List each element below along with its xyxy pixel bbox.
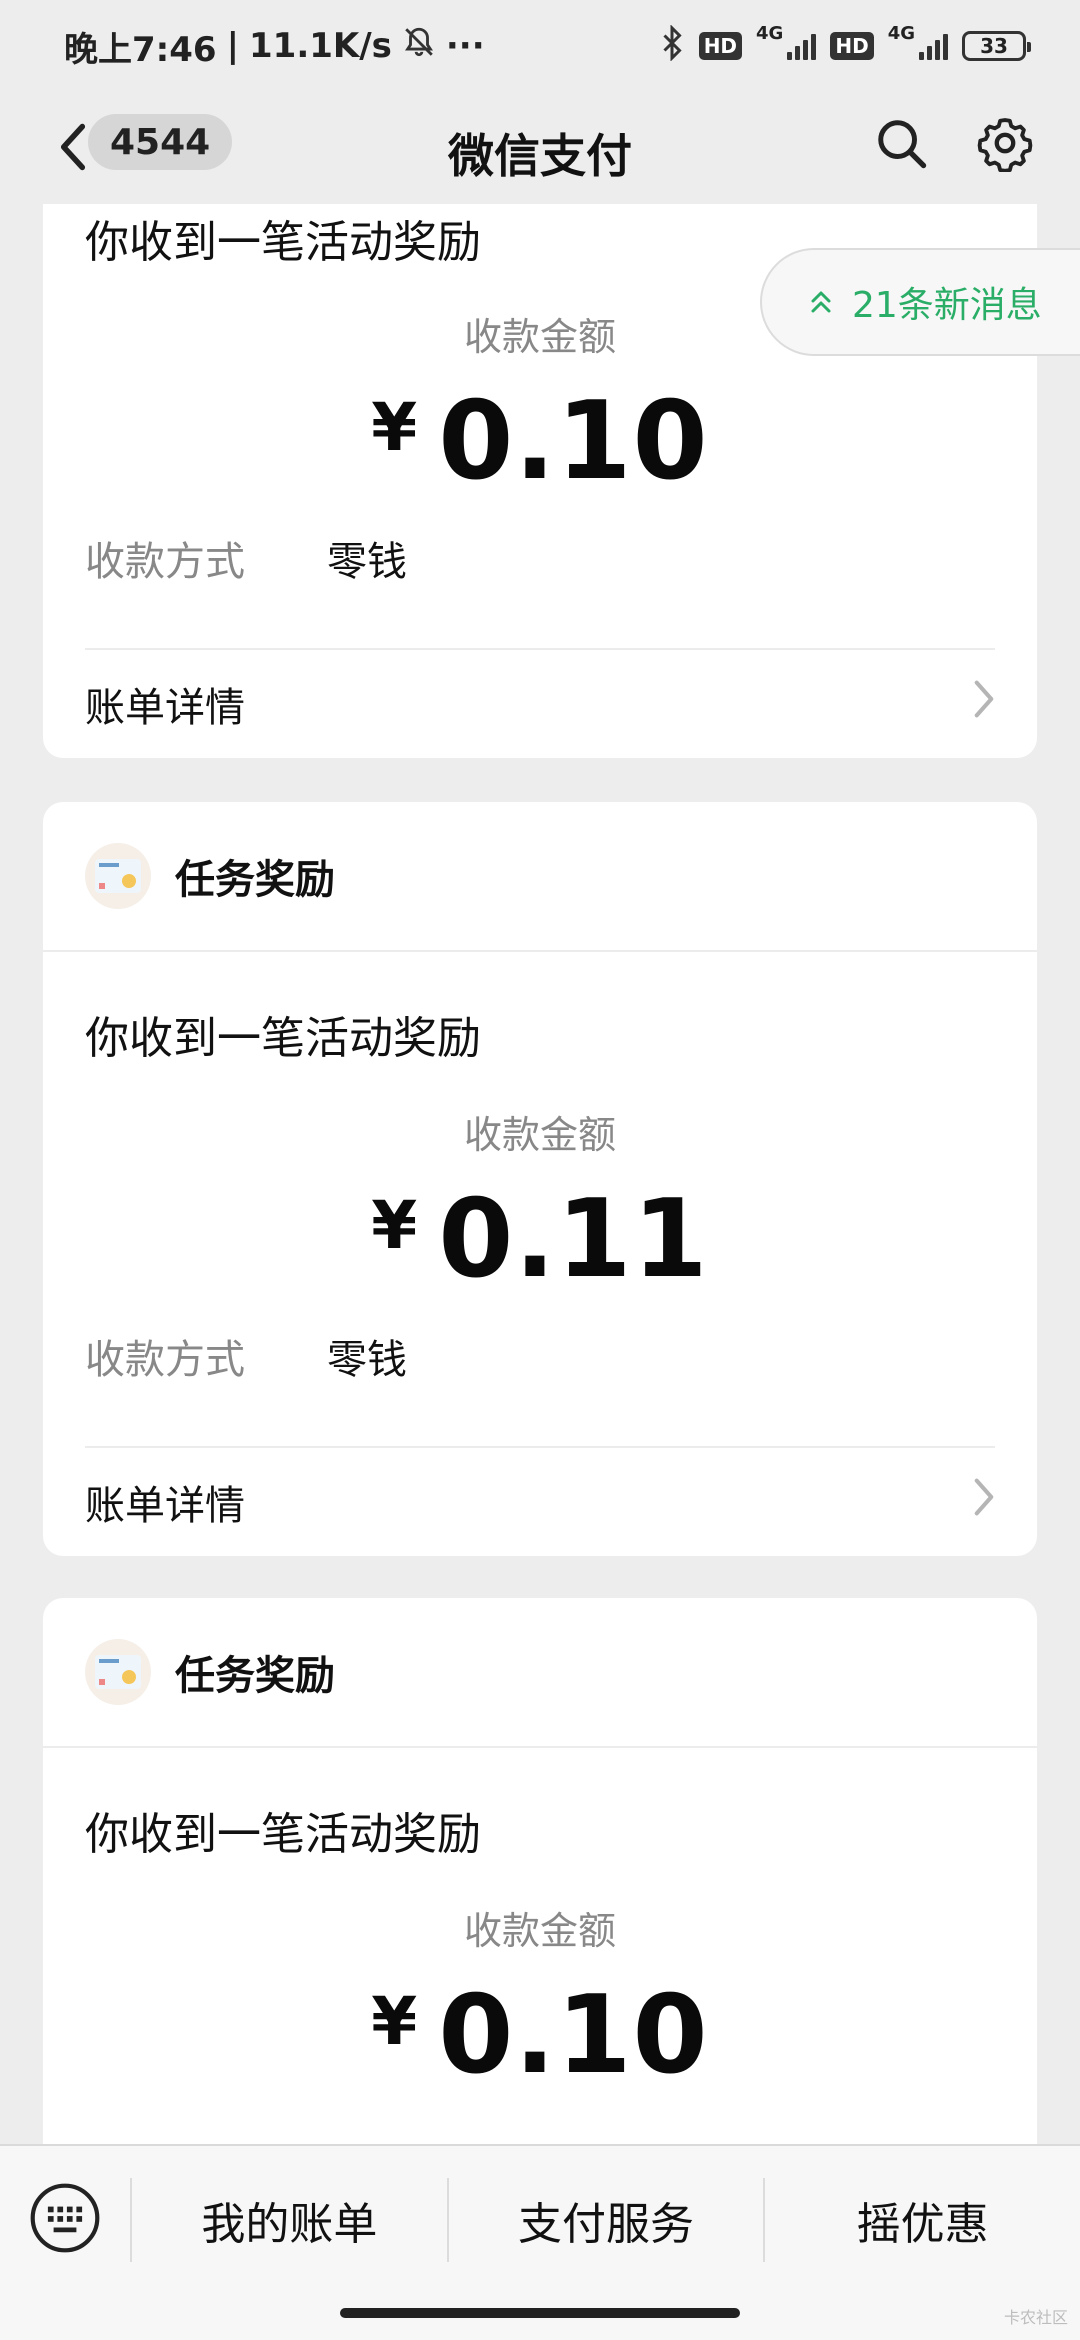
watermark: 卡农社区 — [1003, 2308, 1068, 2327]
settings-button[interactable] — [970, 110, 1040, 180]
bill-detail-link[interactable]: 账单详情 — [85, 650, 995, 758]
method-label: 收款方式 — [85, 1337, 245, 1383]
detail-label: 账单详情 — [85, 685, 245, 731]
battery-level: 33 — [980, 34, 1008, 58]
keyboard-icon — [27, 2180, 103, 2260]
amount-value: ¥0.10 — [85, 379, 995, 504]
chevron-right-icon — [973, 679, 995, 729]
status-right: HD 4G HD 4G 33 — [659, 23, 1031, 67]
search-icon — [874, 116, 928, 174]
bottom-menu: 我的账单 支付服务 摇优惠 — [0, 2144, 1080, 2294]
amount-value: ¥0.11 — [85, 1177, 995, 1302]
nav-bar: 4544 微信支付 — [0, 92, 1080, 204]
currency-symbol: ¥ — [371, 1983, 419, 2060]
signal-strength-icon-2 — [919, 32, 948, 60]
chevron-right-icon — [973, 1477, 995, 1527]
amount-number: 0.11 — [438, 1177, 709, 1302]
home-indicator-area: 卡农社区 — [0, 2294, 1080, 2340]
card-body: 你收到一笔活动奖励 收款金额 ¥0.10 — [43, 1748, 1037, 2098]
status-left: 晚上7:46 | 11.1K/s ··· — [64, 22, 485, 71]
status-time: 晚上7:46 — [64, 29, 217, 70]
currency-symbol: ¥ — [371, 1187, 419, 1264]
card-header[interactable]: 任务奖励 — [43, 1598, 1037, 1748]
message-title: 你收到一笔活动奖励 — [85, 1809, 481, 1860]
amount-number: 0.10 — [438, 1973, 709, 2098]
method-label: 收款方式 — [85, 539, 245, 585]
amount-value: ¥0.10 — [85, 1973, 995, 2098]
bill-detail-link[interactable]: 账单详情 — [85, 1448, 995, 1556]
payment-card: 任务奖励 你收到一笔活动奖励 收款金额 ¥0.10 — [43, 1598, 1037, 2144]
new-messages-button[interactable]: 21条新消息 — [760, 248, 1080, 356]
hd-badge-1: HD — [698, 32, 743, 60]
new-messages-label: 21条新消息 — [852, 285, 1042, 326]
bluetooth-icon — [659, 24, 685, 67]
network-speed: 11.1K/s — [249, 26, 392, 66]
detail-label: 账单详情 — [85, 1483, 245, 1529]
network-type-1: 4G — [756, 23, 784, 44]
card-header[interactable]: 任务奖励 — [43, 802, 1037, 952]
status-bar: 晚上7:46 | 11.1K/s ··· HD 4G HD 4G 33 — [0, 0, 1080, 92]
more-dots: ··· — [445, 26, 485, 66]
method-value: 零钱 — [327, 1337, 407, 1383]
payment-method-row: 收款方式 零钱 — [85, 1326, 995, 1386]
battery-icon: 33 — [962, 31, 1031, 61]
search-button[interactable] — [866, 110, 936, 180]
amount-number: 0.10 — [438, 379, 709, 504]
menu-my-bills[interactable]: 我的账单 — [132, 2188, 447, 2252]
currency-symbol: ¥ — [371, 389, 419, 466]
keyboard-toggle-button[interactable] — [0, 2145, 130, 2295]
method-value: 零钱 — [327, 539, 407, 585]
message-list[interactable]: 你收到一笔活动奖励 收款金额 ¥0.10 收款方式 零钱 账单详情 任务奖励 你… — [0, 204, 1080, 2144]
amount-label: 收款金额 — [463, 1909, 616, 1953]
app-name: 任务奖励 — [175, 857, 335, 903]
app-name: 任务奖励 — [175, 1653, 335, 1699]
hd-badge-2: HD — [830, 32, 874, 60]
card-body: 你收到一笔活动奖励 收款金额 ¥0.11 收款方式 零钱 账单详情 — [43, 952, 1037, 1556]
app-logo-icon — [85, 1639, 151, 1705]
network-type-2: 4G — [887, 23, 915, 44]
payment-card: 任务奖励 你收到一笔活动奖励 收款金额 ¥0.11 收款方式 零钱 账单详情 — [43, 802, 1037, 1556]
payment-method-row: 收款方式 零钱 — [85, 528, 995, 588]
gear-icon — [976, 114, 1034, 176]
home-indicator[interactable] — [340, 2308, 740, 2318]
app-logo-icon — [85, 843, 151, 909]
signal-strength-icon — [787, 32, 817, 60]
menu-shake-discounts[interactable]: 摇优惠 — [765, 2188, 1080, 2252]
bell-muted-icon — [402, 25, 436, 68]
menu-payment-services[interactable]: 支付服务 — [449, 2188, 764, 2252]
status-separator: | — [226, 26, 239, 66]
double-chevron-up-icon — [810, 289, 832, 315]
message-title: 你收到一笔活动奖励 — [85, 1013, 481, 1064]
amount-label: 收款金额 — [463, 1113, 616, 1157]
